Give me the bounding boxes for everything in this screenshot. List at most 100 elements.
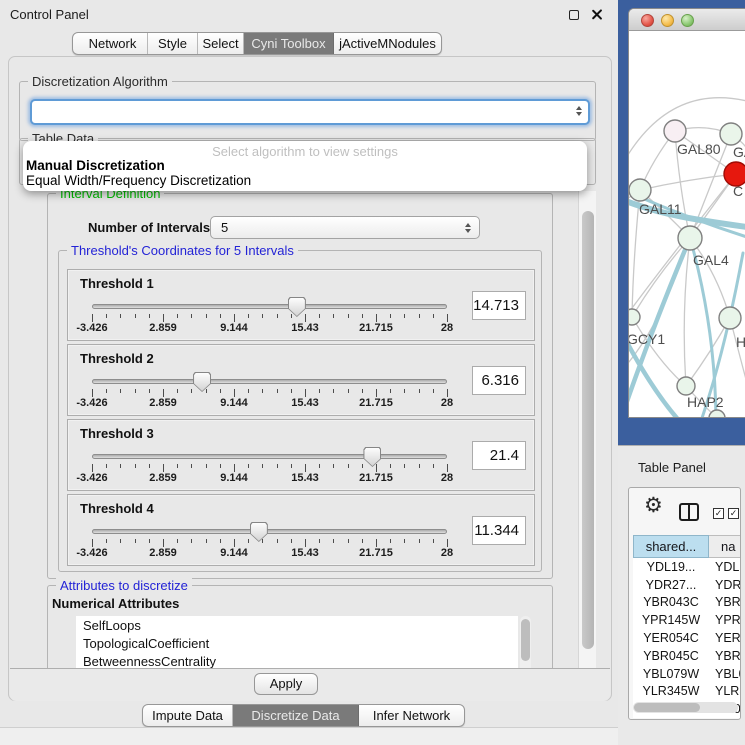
settings-scrollbar[interactable] [578, 191, 596, 668]
table-row[interactable]: YDL19...YDL1 [633, 558, 741, 576]
cell-name: YER0 [709, 631, 741, 645]
tab-jactivemnodules[interactable]: jActiveMNodules [334, 33, 441, 54]
tab-discretize-data[interactable]: Discretize Data [233, 705, 359, 726]
tick-mark [149, 389, 150, 393]
slider-tick-labels: -3.4262.8599.14415.4321.71528 [92, 322, 448, 336]
table-header-row: shared... na [633, 535, 741, 558]
table-row[interactable]: YPR145WYPR1 [633, 611, 741, 629]
tick-mark [120, 314, 121, 318]
algorithm-option-manual-discretization[interactable]: Manual Discretization [26, 158, 165, 173]
checkbox-icon[interactable]: ✓ [713, 508, 724, 519]
numerical-attributes-list[interactable]: SelfLoopsTopologicalCoefficientBetweenne… [76, 616, 518, 668]
apply-button[interactable]: Apply [254, 673, 318, 695]
threshold-slider[interactable] [92, 529, 447, 534]
right-region: GAL80GACGAL11GAL4GCY1HHAP2 Table Panel ⚙… [618, 0, 745, 745]
tab-cyni-toolbox[interactable]: Cyni Toolbox [244, 33, 334, 54]
attribute-list-item[interactable]: BetweennessCentrality [76, 652, 518, 668]
network-node[interactable] [719, 307, 741, 329]
network-node[interactable] [678, 226, 702, 250]
cell-name: YDL1 [709, 560, 741, 574]
tick-mark [206, 389, 207, 393]
column-layout-icon[interactable] [679, 503, 699, 521]
tab-impute-data[interactable]: Impute Data [143, 705, 233, 726]
threshold-value[interactable]: 11.344 [472, 516, 526, 545]
tick-mark [149, 464, 150, 468]
attribute-list-item[interactable]: SelfLoops [76, 616, 518, 634]
gear-icon[interactable]: ⚙ [644, 493, 663, 518]
cell-shared-name: YPR145W [633, 613, 709, 627]
discretization-algorithm-title: Discretization Algorithm [28, 74, 172, 89]
network-node[interactable] [720, 123, 742, 145]
threshold-slider[interactable] [92, 454, 447, 459]
table-row[interactable]: YER054CYER0 [633, 629, 741, 647]
tick-mark [404, 314, 405, 318]
tick-mark [305, 539, 306, 547]
numerical-attributes-label: Numerical Attributes [52, 596, 179, 611]
control-panel: Control Panel Network Style Selec [0, 0, 618, 745]
column-header-name[interactable]: na [709, 535, 741, 558]
network-node[interactable] [629, 309, 640, 325]
attributes-scrollbar[interactable] [520, 616, 531, 668]
tab-infer-network[interactable]: Infer Network [359, 705, 464, 726]
tick-mark [248, 389, 249, 393]
zoom-traffic-light-icon[interactable] [681, 14, 694, 27]
network-node[interactable] [664, 120, 686, 142]
algorithm-combo[interactable] [30, 99, 590, 125]
table-row[interactable]: YBL079WYBL0 [633, 665, 741, 683]
network-window-titlebar[interactable] [629, 9, 745, 31]
tick-mark [106, 389, 107, 393]
slider-tick-labels: -3.4262.8599.14415.4321.71528 [92, 547, 448, 561]
attribute-list-item[interactable]: TopologicalCoefficient [76, 634, 518, 652]
tick-label: -3.426 [76, 547, 107, 559]
checkbox-icon[interactable]: ✓ [728, 508, 739, 519]
table-row[interactable]: YBR043CYBR0 [633, 594, 741, 612]
cell-shared-name: YER054C [633, 631, 709, 645]
threshold-value[interactable]: 14.713 [472, 291, 526, 320]
threshold-label: Threshold 1 [80, 276, 154, 291]
threshold-label: Threshold 3 [80, 426, 154, 441]
threshold-value[interactable]: 6.316 [472, 366, 526, 395]
tick-mark [135, 464, 136, 468]
table-row[interactable]: YDR27...YDR2 [633, 576, 741, 594]
cell-name: YBR0 [709, 649, 741, 663]
algorithm-dropdown-popup: Select algorithm to view settingsManual … [23, 141, 587, 191]
table-row[interactable]: YBR045CYBR0 [633, 647, 741, 665]
algorithm-option-equal-width-frequency[interactable]: Equal Width/Frequency Discretization [26, 173, 251, 188]
tab-style[interactable]: Style [148, 33, 198, 54]
threshold-slider[interactable] [92, 304, 447, 309]
tick-mark [447, 389, 448, 397]
tick-mark [206, 464, 207, 468]
tick-mark [220, 464, 221, 468]
tick-mark [206, 539, 207, 543]
network-node[interactable] [677, 377, 695, 395]
tab-select[interactable]: Select [198, 33, 244, 54]
minimize-traffic-light-icon[interactable] [661, 14, 674, 27]
table-row[interactable]: YLR345WYLR3 [633, 683, 741, 701]
close-icon[interactable] [591, 9, 602, 20]
column-header-shared-name[interactable]: shared... [633, 535, 709, 558]
tick-mark [191, 464, 192, 468]
tick-mark [305, 389, 306, 397]
network-node[interactable] [709, 410, 725, 418]
tick-mark [433, 314, 434, 318]
cyni-toolbox-content: Discretization Algorithm Table Data galF… [8, 56, 612, 701]
network-canvas[interactable]: GAL80GACGAL11GAL4GCY1HHAP2 [629, 31, 745, 418]
tab-network[interactable]: Network [73, 33, 148, 54]
tick-mark [319, 464, 320, 468]
tick-mark [220, 389, 221, 393]
float-icon[interactable] [569, 10, 579, 20]
tick-mark [177, 539, 178, 543]
close-traffic-light-icon[interactable] [641, 14, 654, 27]
threshold-slider[interactable] [92, 379, 447, 384]
num-intervals-combo[interactable]: 5 [210, 216, 480, 239]
tick-mark [248, 464, 249, 468]
table-hscrollbar[interactable] [633, 702, 738, 713]
tick-label: -3.426 [76, 472, 107, 484]
tick-label: 9.144 [220, 547, 248, 559]
cell-name: YPR1 [709, 613, 741, 627]
threshold-value[interactable]: 21.4 [472, 441, 526, 470]
threshold-panel: Threshold 4 -3.4262.8599.14415.4321.7152… [67, 494, 535, 566]
network-node[interactable] [629, 179, 651, 201]
node-table-panel: ⚙ ✓ ✓ shared... na YDL19...YDL1YDR27...Y… [628, 487, 741, 720]
tick-mark [333, 464, 334, 468]
